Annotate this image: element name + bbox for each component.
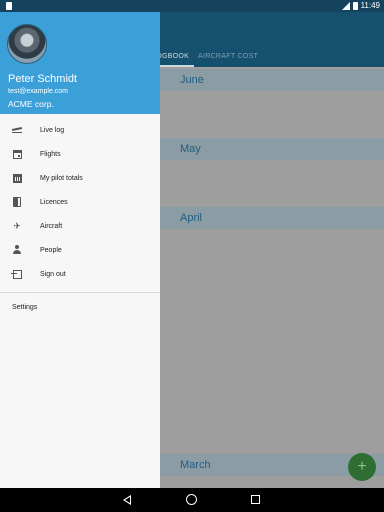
- drawer-item-live-log[interactable]: Live log: [0, 118, 160, 142]
- drawer-item-settings[interactable]: Settings: [0, 300, 160, 318]
- user-name: Peter Schmidt: [8, 73, 78, 85]
- person-icon: [12, 245, 22, 255]
- flight-takeoff-icon: [12, 125, 22, 135]
- divider: [0, 292, 160, 293]
- drawer-item-people[interactable]: People: [0, 238, 160, 262]
- drawer-menu: Live log Flights My pilot totals Licence…: [0, 118, 160, 318]
- drawer-item-label: People: [40, 246, 62, 254]
- avatar[interactable]: [7, 24, 47, 64]
- drawer-header: Peter Schmidt test@example.com ACME corp…: [0, 12, 160, 114]
- status-time: 11:49: [360, 1, 380, 10]
- notification-icon: [6, 2, 12, 10]
- navigation-drawer: Peter Schmidt test@example.com ACME corp…: [0, 12, 160, 488]
- drawer-item-label: Sign out: [40, 270, 66, 278]
- status-bar: 11:49: [0, 0, 384, 12]
- signal-icon: [341, 1, 350, 10]
- back-icon[interactable]: [122, 494, 134, 506]
- chart-icon: [12, 173, 22, 183]
- drawer-item-flights[interactable]: Flights: [0, 142, 160, 166]
- drawer-item-licences[interactable]: Licences: [0, 190, 160, 214]
- system-nav-bar: [0, 488, 384, 512]
- tab-aircraft-cost[interactable]: AIRCRAFT COST: [198, 53, 258, 60]
- home-icon[interactable]: [186, 494, 197, 505]
- drawer-item-aircraft[interactable]: ✈ Aircraft: [0, 214, 160, 238]
- drawer-item-label: Flights: [40, 150, 61, 158]
- recents-icon[interactable]: [251, 495, 260, 504]
- month-header-june: June: [160, 69, 384, 91]
- exit-icon: [10, 269, 22, 279]
- calendar-icon: [12, 149, 22, 159]
- drawer-item-pilot-totals[interactable]: My pilot totals: [0, 166, 160, 190]
- add-flight-button[interactable]: +: [348, 453, 376, 481]
- user-company: ACME corp.: [8, 99, 54, 109]
- drawer-item-sign-out[interactable]: Sign out: [0, 262, 160, 286]
- battery-icon: [352, 1, 358, 10]
- drawer-item-label: Live log: [40, 126, 65, 134]
- drawer-item-label: Licences: [40, 198, 68, 206]
- month-header-may: May: [160, 138, 384, 160]
- drawer-item-label: Aircraft: [40, 222, 63, 230]
- month-header-april: April: [160, 207, 384, 229]
- user-email: test@example.com: [8, 88, 69, 95]
- airplane-icon: ✈: [13, 220, 21, 231]
- settings-label: Settings: [12, 304, 38, 311]
- drawer-item-label: My pilot totals: [40, 174, 83, 182]
- book-icon: [12, 197, 22, 207]
